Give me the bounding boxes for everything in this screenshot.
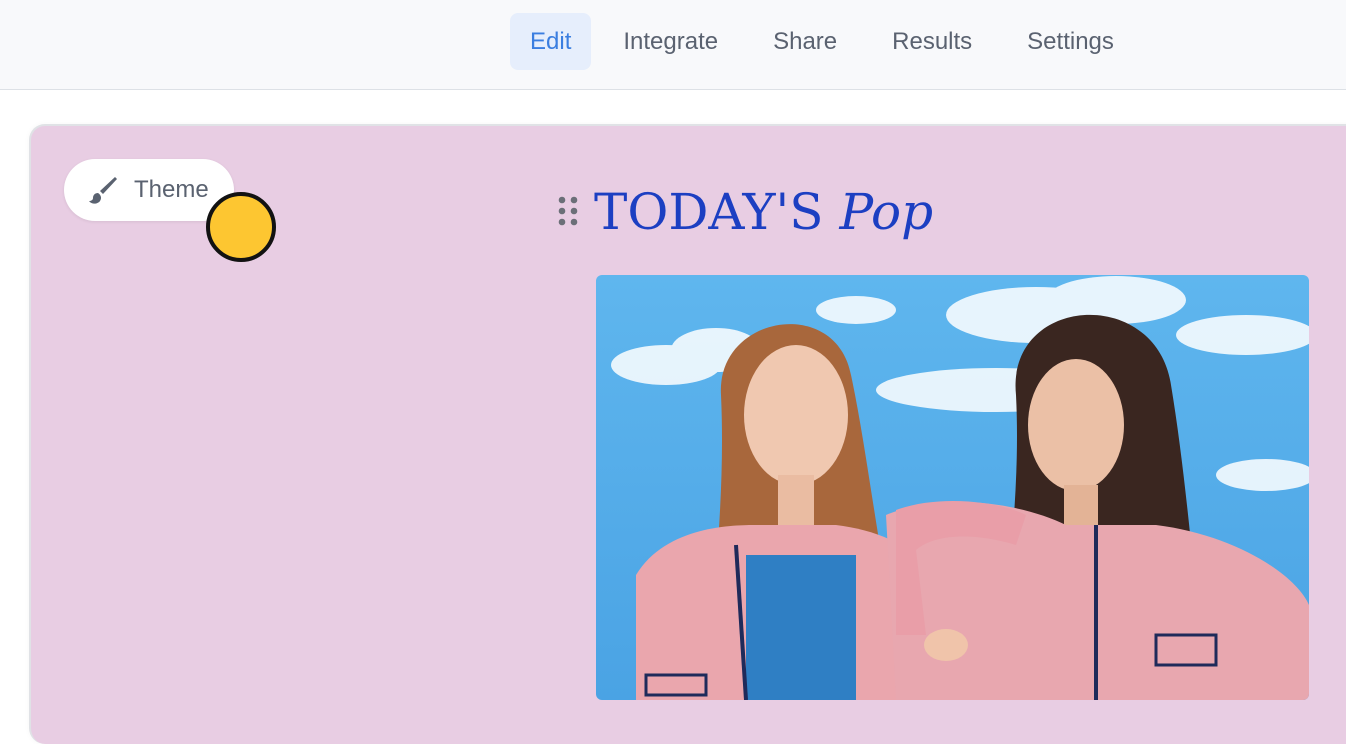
tab-label: Share — [773, 27, 838, 55]
tab-label: Edit — [530, 27, 572, 55]
title-part-regular: TODAY'S — [594, 183, 824, 241]
top-nav-bar: Edit Integrate Share Results Settings — [0, 0, 1346, 90]
tab-label: Integrate — [623, 27, 719, 55]
drag-handle-icon[interactable] — [556, 195, 580, 229]
tab-label: Settings — [1027, 27, 1114, 55]
paintbrush-icon — [86, 174, 118, 206]
nav-tabs: Edit Integrate Share Results Settings — [510, 13, 1150, 70]
tab-edit[interactable]: Edit — [510, 13, 592, 70]
tab-share[interactable]: Share — [754, 13, 856, 70]
page-title[interactable]: TODAY'S Pop — [594, 180, 933, 244]
cursor-indicator — [206, 192, 276, 262]
tab-results[interactable]: Results — [873, 13, 991, 70]
tab-settings[interactable]: Settings — [1008, 13, 1133, 70]
title-part-italic: Pop — [839, 183, 934, 241]
cover-image[interactable] — [596, 275, 1309, 700]
theme-button-label: Theme — [134, 176, 209, 203]
tab-integrate[interactable]: Integrate — [604, 13, 737, 70]
tab-label: Results — [892, 27, 973, 55]
